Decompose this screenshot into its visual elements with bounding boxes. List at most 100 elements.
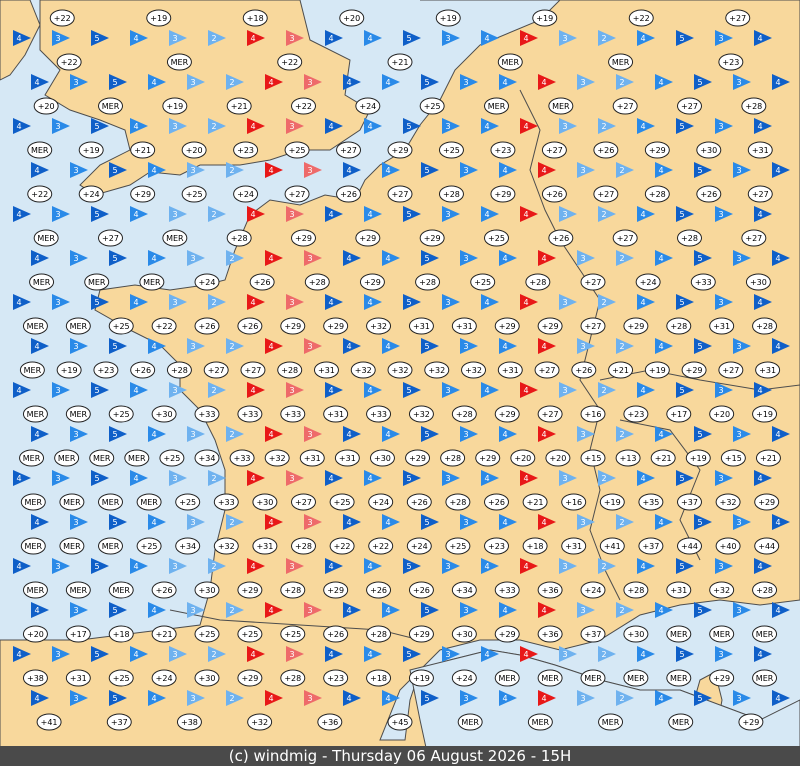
wind-force-label: 4 — [328, 122, 333, 131]
station-label: +23 — [627, 410, 644, 419]
station-label: +20 — [343, 14, 360, 23]
wind-force-label: 4 — [502, 694, 507, 703]
wind-force-label: 3 — [463, 694, 468, 703]
station-marker: MER — [22, 581, 48, 599]
station-label: +19 — [166, 102, 183, 111]
station-label: +31 — [502, 366, 519, 375]
station-marker: MER — [65, 405, 91, 423]
wind-force-label: 4 — [502, 254, 507, 263]
station-marker: +15 — [720, 449, 746, 467]
station-marker: MER — [54, 449, 80, 467]
station-marker: +27 — [725, 9, 751, 27]
wind-force-label: 3 — [55, 386, 60, 395]
station-label: +22 — [633, 14, 650, 23]
wind-force-label: 2 — [211, 34, 216, 43]
station-marker: MER — [752, 625, 778, 643]
station-label: +22 — [54, 14, 71, 23]
wind-force-label: 3 — [736, 606, 741, 615]
wind-force-label: 4 — [328, 562, 333, 571]
station-marker: MER — [608, 53, 634, 71]
station-label: +24 — [83, 190, 100, 199]
station-marker: +29 — [280, 317, 306, 335]
wind-force-label: 4 — [484, 650, 489, 659]
station-marker: +31 — [451, 317, 477, 335]
station-marker: +27 — [580, 273, 606, 291]
station-marker: +26 — [249, 273, 275, 291]
wind-force-label: 4 — [268, 342, 273, 351]
station-marker: +27 — [284, 185, 310, 203]
station-label: MER — [128, 454, 146, 463]
station-marker: +29 — [681, 361, 707, 379]
station-label: +24 — [456, 674, 473, 683]
station-label: +29 — [327, 586, 344, 595]
wind-force-label: 3 — [580, 166, 585, 175]
wind-force-label: 3 — [190, 430, 195, 439]
station-marker: +27 — [580, 317, 606, 335]
wind-force-label: 3 — [445, 562, 450, 571]
wind-force-label: 4 — [484, 386, 489, 395]
wind-force-label: 4 — [385, 342, 390, 351]
station-label: +27 — [295, 498, 312, 507]
station-label: +29 — [241, 674, 258, 683]
wind-force-label: 4 — [268, 606, 273, 615]
station-marker: +33 — [366, 405, 392, 423]
station-marker: +27 — [240, 361, 266, 379]
wind-force-label: 4 — [151, 166, 156, 175]
wind-force-label: 3 — [736, 430, 741, 439]
wind-force-label: 5 — [679, 474, 684, 483]
station-label: +32 — [355, 366, 372, 375]
wind-force-label: 5 — [94, 474, 99, 483]
wind-force-label: 3 — [55, 474, 60, 483]
station-label: +26 — [411, 498, 428, 507]
wind-force-label: 3 — [445, 34, 450, 43]
wind-force-label: 2 — [229, 694, 234, 703]
wind-force-label: 3 — [73, 342, 78, 351]
station-label: MER — [627, 674, 645, 683]
station-marker: MER — [548, 97, 574, 115]
wind-force-label: 4 — [151, 342, 156, 351]
station-label: +32 — [269, 454, 286, 463]
station-marker: +32 — [408, 405, 434, 423]
station-label: +20 — [38, 102, 55, 111]
station-marker: +27 — [537, 405, 563, 423]
wind-force-label: 3 — [172, 298, 177, 307]
wind-force-label: 4 — [385, 78, 390, 87]
station-marker: +22 — [56, 53, 82, 71]
wind-force-label: 4 — [658, 166, 663, 175]
station-marker: +32 — [709, 581, 735, 599]
wind-force-label: 3 — [190, 694, 195, 703]
station-label: MER — [88, 278, 106, 287]
station-label: +27 — [392, 190, 409, 199]
station-marker: +28 — [304, 273, 330, 291]
station-label: +28 — [443, 190, 460, 199]
station-label: +31 — [70, 674, 87, 683]
wind-force-label: 4 — [541, 518, 546, 527]
station-marker: +30 — [623, 625, 649, 643]
station-marker: +23 — [623, 405, 649, 423]
wind-force-label: 5 — [406, 298, 411, 307]
wind-force-label: 2 — [619, 694, 624, 703]
station-label: +24 — [199, 278, 216, 287]
wind-force-label: 3 — [172, 122, 177, 131]
wind-force-label: 5 — [424, 254, 429, 263]
station-marker: MER — [668, 713, 694, 731]
station-marker: +33 — [213, 493, 239, 511]
station-marker: MER — [22, 317, 48, 335]
station-marker: MER — [59, 493, 85, 511]
station-label: MER — [584, 674, 602, 683]
station-marker: +29 — [709, 669, 735, 687]
station-label: +32 — [218, 542, 235, 551]
station-label: +27 — [585, 278, 602, 287]
wind-force-label: 3 — [445, 386, 450, 395]
station-marker: +30 — [451, 625, 477, 643]
station-marker: +29 — [237, 581, 263, 599]
station-label: +32 — [465, 366, 482, 375]
wind-force-label: 3 — [580, 254, 585, 263]
wind-force-label: 4 — [34, 78, 39, 87]
station-marker: +29 — [237, 669, 263, 687]
station-marker: +36 — [537, 581, 563, 599]
station-label: +41 — [41, 718, 58, 727]
station-label: +30 — [374, 454, 391, 463]
station-label: +19 — [756, 410, 773, 419]
station-label: +29 — [499, 410, 516, 419]
